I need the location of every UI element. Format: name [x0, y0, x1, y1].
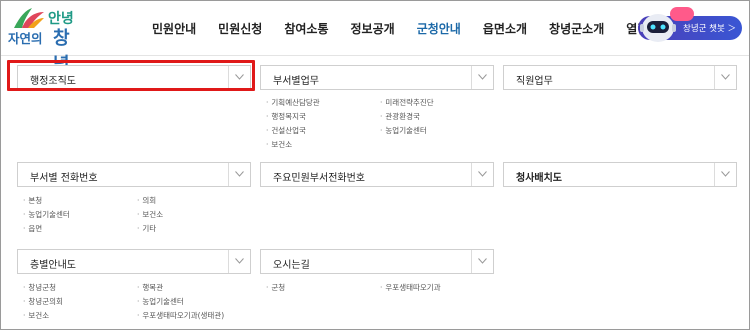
link-tourism-env[interactable]: 관광환경국: [380, 111, 420, 122]
link-agri-center[interactable]: 농업기술센터: [380, 125, 426, 136]
link-etc[interactable]: 기타: [137, 223, 156, 234]
chevron-down-icon[interactable]: [714, 163, 736, 186]
section-staff-duties-title: 직원업무: [516, 76, 553, 87]
section-dept-phone[interactable]: 부서별 전화번호: [17, 162, 251, 187]
site-logo[interactable]: 안녕 자연의 창녕: [8, 6, 86, 75]
section-office-layout-title: 청사배치도: [516, 173, 562, 184]
section-floor-guide-title: 층별안내도: [30, 260, 76, 271]
robot-icon: [640, 14, 676, 42]
nav-item-county-intro[interactable]: 창녕군소개: [549, 20, 604, 37]
link-planning-budget[interactable]: 기획예산담당관: [266, 97, 319, 108]
link-towns[interactable]: 읍면: [23, 223, 42, 234]
link-health-floor[interactable]: 보건소: [23, 310, 49, 321]
link-county-office[interactable]: 창녕군청: [23, 282, 56, 293]
site-header: 안녕 자연의 창녕 민원안내 민원신청 참여소통 정보공개 군청안내 읍면소개 …: [0, 0, 750, 75]
nav-item-town-intro[interactable]: 읍면소개: [483, 20, 527, 37]
section-floor-guide[interactable]: 층별안내도: [17, 249, 251, 274]
link-directions-upo[interactable]: 우포생태따오기과: [380, 282, 440, 293]
chevron-down-icon[interactable]: [714, 66, 736, 89]
selection-highlight: [7, 60, 255, 91]
chevron-down-icon[interactable]: [471, 163, 493, 186]
chevron-down-icon[interactable]: [471, 250, 493, 273]
chevron-down-icon[interactable]: [471, 66, 493, 89]
section-office-layout[interactable]: 청사배치도: [503, 162, 737, 187]
section-directions-title: 오시는길: [273, 260, 310, 271]
link-health-phone[interactable]: 보건소: [137, 209, 163, 220]
section-staff-duties[interactable]: 직원업무: [503, 65, 737, 90]
chevron-down-icon[interactable]: [228, 163, 250, 186]
main-nav: 민원안내 민원신청 참여소통 정보공개 군청안내 읍면소개 창녕군소개 열린군수…: [152, 0, 703, 56]
chatbot-label: 창녕군 챗봇 ＞: [683, 24, 737, 34]
link-county-council[interactable]: 창녕군의회: [23, 296, 63, 307]
link-council[interactable]: 의회: [137, 195, 156, 206]
nav-item-civil-request[interactable]: 민원신청: [218, 20, 262, 37]
section-directions[interactable]: 오시는길: [260, 249, 494, 274]
section-dept-duties[interactable]: 부서별업무: [260, 65, 494, 90]
section-main-phone-title: 주요민원부서전화번호: [273, 173, 365, 184]
section-main-phone[interactable]: 주요민원부서전화번호: [260, 162, 494, 187]
link-admin-welfare[interactable]: 행정복지국: [266, 111, 306, 122]
link-agri-center-phone[interactable]: 농업기술센터: [23, 209, 69, 220]
link-directions-office[interactable]: 군청: [266, 282, 285, 293]
nav-item-participation[interactable]: 참여소통: [284, 20, 328, 37]
section-dept-phone-title: 부서별 전화번호: [30, 173, 98, 184]
link-agri-center-floor[interactable]: 농업기술센터: [137, 296, 183, 307]
nav-item-county-office[interactable]: 군청안내: [417, 20, 461, 37]
nav-item-civil-guide[interactable]: 민원안내: [152, 20, 196, 37]
link-future-strategy[interactable]: 미래전략추진단: [380, 97, 433, 108]
nav-item-info-disclosure[interactable]: 정보공개: [351, 20, 395, 37]
link-construction[interactable]: 건설산업국: [266, 125, 306, 136]
logo-mark-icon: [14, 8, 44, 28]
link-main-office[interactable]: 본청: [23, 195, 42, 206]
link-happiness-hall[interactable]: 행복관: [137, 282, 163, 293]
logo-text-nature: 자연의: [8, 31, 43, 46]
chevron-down-icon[interactable]: [228, 250, 250, 273]
link-health-center[interactable]: 보건소: [266, 139, 292, 150]
section-dept-duties-title: 부서별업무: [273, 76, 319, 87]
link-upo-eco-hall[interactable]: 우포생태따오기과(생태관): [137, 310, 224, 321]
